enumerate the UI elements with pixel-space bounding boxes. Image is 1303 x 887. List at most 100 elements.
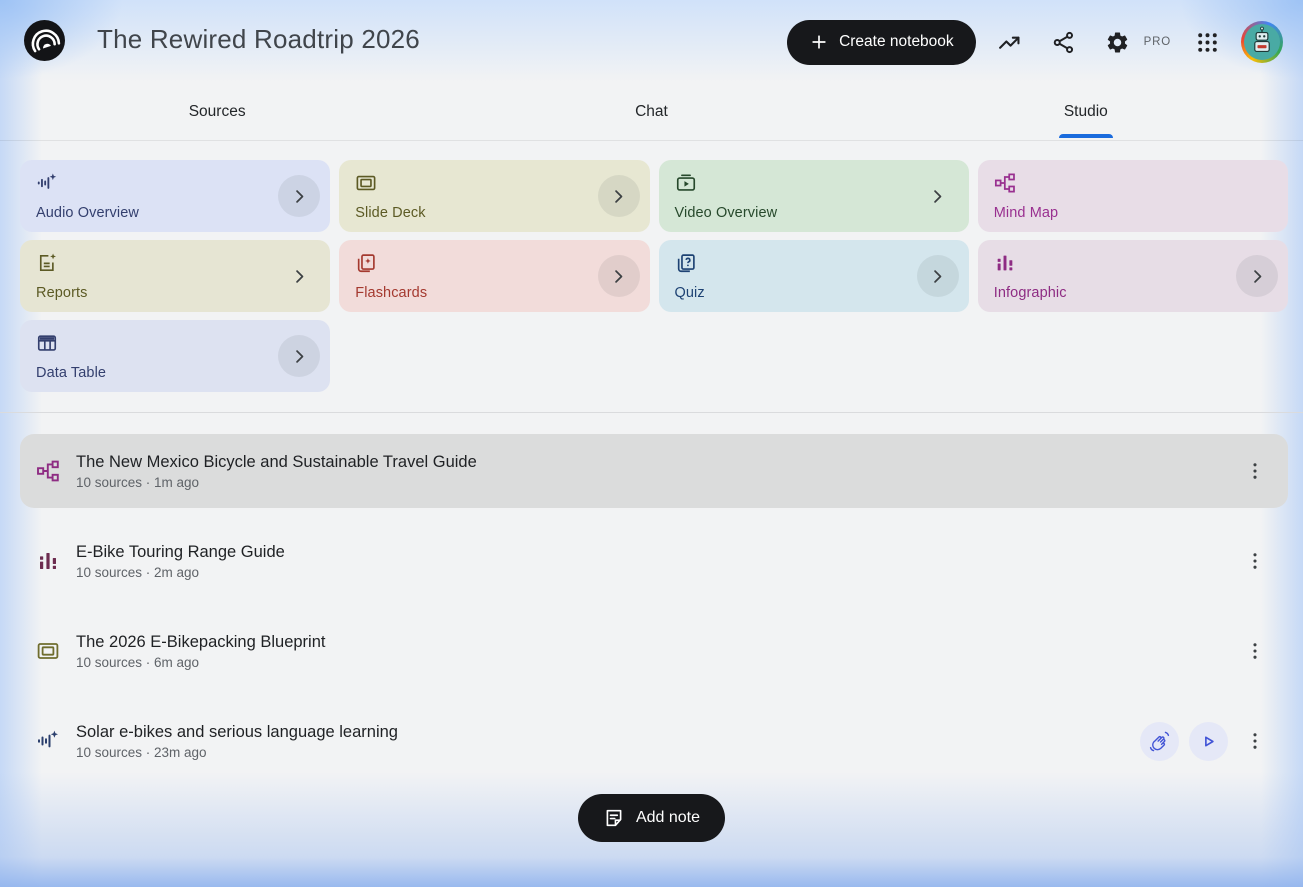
video-overview-icon xyxy=(675,172,697,194)
quiz-icon xyxy=(675,252,697,274)
add-note-label: Add note xyxy=(636,809,700,827)
note-icon xyxy=(603,807,625,829)
studio-card-video-overview[interactable]: Video Overview xyxy=(659,160,969,232)
audio-waveform-sparkle-icon xyxy=(36,172,58,194)
infographic-icon xyxy=(36,549,60,573)
more-vertical-icon xyxy=(1244,640,1266,662)
studio-card-label: Flashcards xyxy=(355,285,427,301)
tab-studio-label: Studio xyxy=(1064,103,1108,121)
open-card-button[interactable] xyxy=(278,335,320,377)
studio-item-row[interactable]: The New Mexico Bicycle and Sustainable T… xyxy=(20,434,1288,508)
chevron-right-icon xyxy=(608,266,629,287)
play-icon xyxy=(1198,731,1219,752)
add-note-button[interactable]: Add note xyxy=(578,794,725,842)
item-meta: 10 sources · 1m ago xyxy=(76,475,1228,490)
studio-item-row[interactable]: Solar e-bikes and serious language learn… xyxy=(20,704,1288,778)
app-header: The Rewired Roadtrip 2026 Create noteboo… xyxy=(0,0,1303,84)
chevron-right-icon xyxy=(927,266,948,287)
open-card-button[interactable] xyxy=(917,255,959,297)
data-table-icon xyxy=(36,332,58,354)
item-actions xyxy=(1140,722,1228,761)
studio-card-slide-deck[interactable]: Slide Deck xyxy=(339,160,649,232)
apps-grid-icon xyxy=(1195,30,1220,55)
studio-card-label: Slide Deck xyxy=(355,205,425,221)
notebook-app-window: The Rewired Roadtrip 2026 Create noteboo… xyxy=(0,0,1303,887)
studio-card-label: Infographic xyxy=(994,285,1067,301)
chevron-right-icon xyxy=(608,186,629,207)
report-sparkle-icon xyxy=(36,252,58,274)
header-actions: Create notebook PRO xyxy=(787,0,1283,84)
item-meta: 10 sources · 6m ago xyxy=(76,655,1228,670)
studio-card-data-table[interactable]: Data Table xyxy=(20,320,330,392)
studio-card-label: Quiz xyxy=(675,285,705,301)
studio-card-label: Data Table xyxy=(36,365,106,381)
open-card-button[interactable] xyxy=(278,255,320,297)
audio-waveform-sparkle-icon xyxy=(36,729,60,753)
flashcards-icon xyxy=(355,252,377,274)
item-meta: 10 sources · 2m ago xyxy=(76,565,1228,580)
add-note-row: Add note xyxy=(0,794,1303,842)
slide-deck-icon xyxy=(355,172,377,194)
studio-item-row[interactable]: The 2026 E-Bikepacking Blueprint 10 sour… xyxy=(20,614,1288,688)
google-apps-button[interactable] xyxy=(1187,22,1227,62)
interactive-mode-button[interactable] xyxy=(1140,722,1179,761)
chevron-right-icon xyxy=(1247,266,1268,287)
studio-card-infographic[interactable]: Infographic xyxy=(978,240,1288,312)
open-card-button[interactable] xyxy=(598,175,640,217)
notebook-title[interactable]: The Rewired Roadtrip 2026 xyxy=(97,24,420,55)
open-card-button[interactable] xyxy=(598,255,640,297)
item-more-menu-button[interactable] xyxy=(1238,724,1272,758)
more-vertical-icon xyxy=(1244,550,1266,572)
open-card-button[interactable] xyxy=(278,175,320,217)
tab-chat-label: Chat xyxy=(635,103,668,121)
studio-card-label: Video Overview xyxy=(675,205,778,221)
tab-sources[interactable]: Sources xyxy=(0,84,434,140)
share-button[interactable] xyxy=(1044,22,1084,62)
open-card-button[interactable] xyxy=(917,175,959,217)
notebooklm-logo[interactable] xyxy=(24,20,65,61)
tab-chat[interactable]: Chat xyxy=(434,84,868,140)
chevron-right-icon xyxy=(927,186,948,207)
item-title: Solar e-bikes and serious language learn… xyxy=(76,722,1140,743)
studio-card-flashcards[interactable]: Flashcards xyxy=(339,240,649,312)
create-notebook-label: Create notebook xyxy=(839,33,954,51)
studio-card-label: Reports xyxy=(36,285,87,301)
chevron-right-icon xyxy=(289,346,310,367)
infographic-icon xyxy=(994,252,1016,274)
studio-card-audio-overview[interactable]: Audio Overview xyxy=(20,160,330,232)
item-more-menu-button[interactable] xyxy=(1238,454,1272,488)
analytics-button[interactable] xyxy=(990,22,1030,62)
more-vertical-icon xyxy=(1244,460,1266,482)
settings-gear-icon xyxy=(1105,30,1130,55)
item-more-menu-button[interactable] xyxy=(1238,544,1272,578)
mind-map-icon xyxy=(36,459,60,483)
studio-card-mind-map[interactable]: Mind Map xyxy=(978,160,1288,232)
create-notebook-button[interactable]: Create notebook xyxy=(787,20,976,65)
studio-card-reports[interactable]: Reports xyxy=(20,240,330,312)
waving-hand-icon xyxy=(1149,731,1170,752)
robot-avatar-icon xyxy=(1244,24,1280,60)
item-title: The 2026 E-Bikepacking Blueprint xyxy=(76,632,1228,653)
active-tab-underline xyxy=(1059,134,1113,138)
item-more-menu-button[interactable] xyxy=(1238,634,1272,668)
panel-tabs: Sources Chat Studio xyxy=(0,84,1303,141)
mind-map-icon xyxy=(994,172,1016,194)
play-button[interactable] xyxy=(1189,722,1228,761)
tab-studio[interactable]: Studio xyxy=(869,84,1303,140)
plus-icon xyxy=(809,32,829,52)
trending-up-icon xyxy=(997,30,1022,55)
more-vertical-icon xyxy=(1244,730,1266,752)
settings-button[interactable] xyxy=(1098,22,1138,62)
notebooklm-logo-icon xyxy=(25,21,65,61)
avatar-image xyxy=(1244,24,1280,60)
studio-item-row[interactable]: E-Bike Touring Range Guide 10 sources · … xyxy=(20,524,1288,598)
studio-cards-grid: Audio Overview Slide Deck Video Overview… xyxy=(20,160,1288,392)
open-card-button[interactable] xyxy=(1236,255,1278,297)
pro-badge: PRO xyxy=(1144,36,1171,48)
item-title: E-Bike Touring Range Guide xyxy=(76,542,1228,563)
account-avatar[interactable] xyxy=(1241,21,1283,63)
item-meta: 10 sources · 23m ago xyxy=(76,745,1140,760)
chevron-right-icon xyxy=(289,186,310,207)
studio-card-quiz[interactable]: Quiz xyxy=(659,240,969,312)
tab-sources-label: Sources xyxy=(189,103,246,121)
